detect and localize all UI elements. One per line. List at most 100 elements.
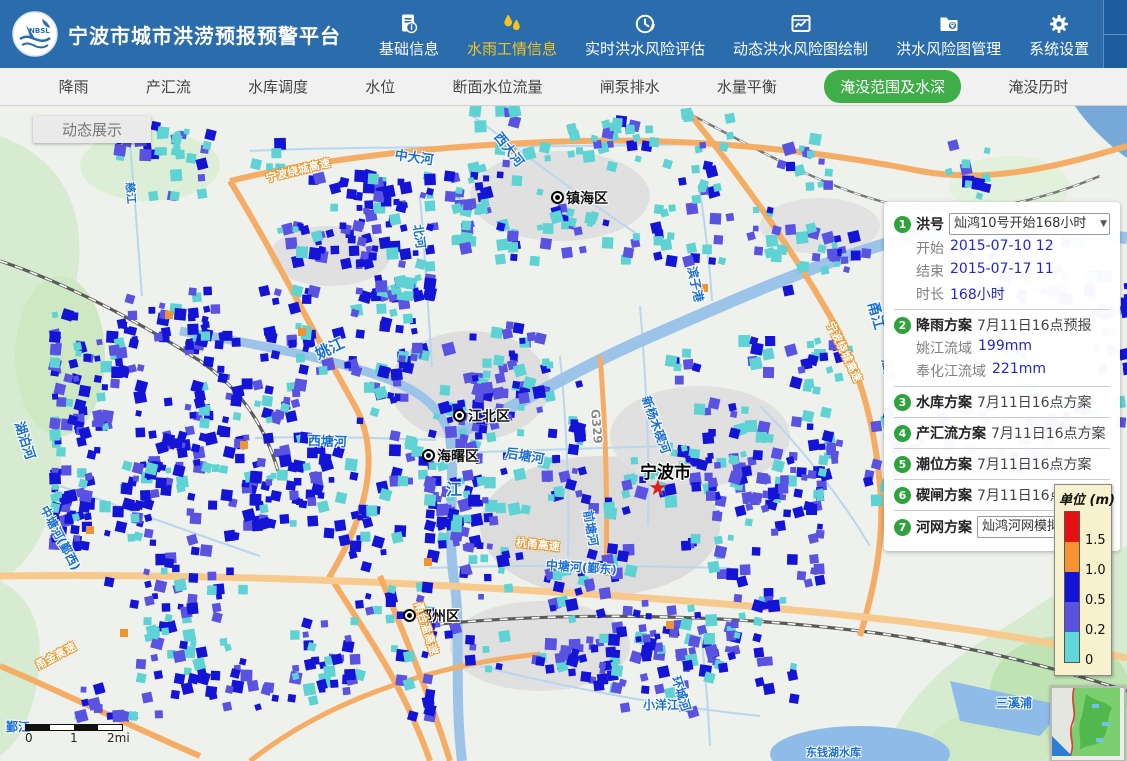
panel-item-洪号: 1 洪号灿鸿10号开始168小时▼ [894,213,1110,235]
app-header: NBSL 宁波市城市洪涝预报预警平台 i 基础信息 水雨工情信息 实时洪水风险评估 动态… [0,0,1127,68]
detail-key: 姚江流域 [916,338,972,358]
menu-item-label: 洪水风险图管理 [896,38,1001,59]
panel-item-label: 水库方案 [916,392,972,412]
tab-2[interactable]: 产汇流 [136,71,201,102]
detail-value: 168小时 [950,284,1005,304]
panel-detail-row: 姚江流域 199mm [916,338,1110,358]
dynamic-chart-icon [789,10,813,36]
detail-key: 时长 [916,284,944,304]
menu-item-6[interactable]: 系统设置 [1015,0,1103,68]
menu-item-2[interactable]: 水雨工情信息 [453,0,571,68]
minimap-image [1052,688,1120,756]
main-menu: i 基础信息 水雨工情信息 实时洪水风险评估 动态洪水风险图绘制 洪水风险图管理 系统设置 [365,0,1103,68]
legend-segment [1065,602,1079,632]
menu-item-label: 实时洪水风险评估 [585,38,705,59]
svg-text:i: i [410,23,413,32]
panel-item-降雨方案: 2降雨方案7月11日16点预报 [894,315,1110,335]
panel-detail-row: 奉化江流域 221mm [916,361,1110,381]
detail-value: 199mm [978,338,1032,358]
map-scalebar: 0 1 2mi [25,724,123,745]
legend-tick: 1.5 [1085,533,1106,548]
legend-segment [1065,572,1079,602]
user-box: 管理员 汛期 [1103,0,1127,68]
legend-segment [1065,542,1079,572]
panel-divider [894,448,1110,449]
menu-item-5[interactable]: 洪水风险图管理 [882,0,1015,68]
overview-minimap[interactable] [1050,686,1126,761]
panel-item-value: 7月11日16点方案 [977,454,1092,474]
water-drops-icon [500,10,524,36]
panel-item-label: 洪号 [916,214,944,234]
menu-item-3[interactable]: 实时洪水风险评估 [571,0,719,68]
step-badge: 1 [894,216,911,233]
chevron-down-icon: ▼ [1100,214,1107,234]
step-badge: 6 [894,487,911,504]
panel-item-潮位方案: 5 潮位方案7月11日16点方案 [894,454,1110,474]
panel-item-label: 降雨方案 [916,315,972,335]
legend-tick: 0 [1085,653,1093,668]
detail-value: 2015-07-10 12 [950,238,1054,258]
app-logo: NBSL [12,11,58,57]
app-title: 宁波市城市洪涝预报预警平台 [68,20,341,49]
menu-item-4[interactable]: 动态洪水风险图绘制 [719,0,882,68]
menu-item-label: 动态洪水风险图绘制 [733,38,868,59]
panel-item-label: 河网方案 [916,517,972,537]
user-menu[interactable]: 管理员 [1104,0,1127,35]
depth-legend: 单位 (m) 1.5 1.0 0.5 0.2 0 [1054,484,1112,676]
tab-5[interactable]: 断面水位流量 [442,71,552,102]
panel-detail-row: 开始 2015-07-10 12 [916,238,1110,258]
scalebar-labels: 0 1 2mi [25,731,123,745]
panel-item-value: 7月11日16点方案 [991,423,1106,443]
panel-divider [894,479,1110,480]
menu-item-label: 水雨工情信息 [467,38,557,59]
detail-key: 开始 [916,238,944,258]
step-badge: 5 [894,456,911,473]
legend-tick: 1.0 [1085,563,1106,578]
menu-item-label: 基础信息 [379,38,439,59]
tab-1[interactable]: 降雨 [49,71,99,102]
panel-divider [894,386,1110,387]
detail-value: 221mm [992,361,1046,381]
logo-text: NBSL [29,27,50,35]
step-badge: 3 [894,394,911,411]
step-badge: 7 [894,519,911,536]
tab-9[interactable]: 淹没历时 [998,71,1078,102]
detail-key: 奉化江流域 [916,361,986,381]
season-button[interactable]: 汛期 [1104,35,1127,68]
dynamic-display-button[interactable]: 动态展示 [33,116,151,143]
panel-divider [894,309,1110,310]
panel-detail-row: 时长 168小时 [916,284,1110,304]
legend-tick: 0.2 [1085,623,1106,638]
tab-3[interactable]: 水库调度 [238,71,318,102]
panel-dropdown-洪号[interactable]: 灿鸿10号开始168小时▼ [949,213,1110,235]
realtime-clock-icon [633,10,657,36]
step-badge: 4 [894,425,911,442]
menu-item-label: 系统设置 [1029,38,1089,59]
legend-tick: 0.5 [1085,593,1106,608]
panel-divider [894,417,1110,418]
legend-unit-title: 单位 (m) [1059,489,1115,508]
scalebar-1: 1 [70,731,78,745]
panel-item-label: 潮位方案 [916,454,972,474]
tab-7[interactable]: 水量平衡 [707,71,787,102]
menu-item-1[interactable]: i 基础信息 [365,0,453,68]
app-window: NBSL 宁波市城市洪涝预报预警平台 i基础信息水雨工情信息实时洪水风险评估动态… [0,0,1127,761]
folder-lock-icon [937,10,961,36]
panel-item-label: 产汇流方案 [916,423,986,443]
tab-4[interactable]: 水位 [355,71,405,102]
scalebar-2: 2mi [107,731,130,745]
panel-item-水库方案: 3 水库方案7月11日16点方案 [894,392,1110,412]
legend-color-bar [1064,511,1080,663]
city-star-icon: ★ [648,478,668,500]
legend-segment [1065,632,1079,662]
scalebar-bar [25,724,123,731]
sub-navigation: 降雨 产汇流 水库调度 水位 断面水位流量 闸泵排水 水量平衡 淹没范围及水深 淹没历时 [0,68,1127,106]
doc-info-icon: i [397,10,421,36]
mode-row: 汛期 [1104,35,1127,68]
flood-map[interactable]: 镇海区江北区海曙区鄞州区中大河西大河滨子港北河慈江姚江西塘河后塘河湖泊河中塘河(… [0,106,1127,761]
tab-8[interactable]: 淹没范围及水深 [824,70,961,103]
panel-item-value: 7月11日16点方案 [977,392,1092,412]
gear-icon [1047,10,1071,36]
detail-key: 结束 [916,261,944,281]
tab-6[interactable]: 闸泵排水 [590,71,670,102]
